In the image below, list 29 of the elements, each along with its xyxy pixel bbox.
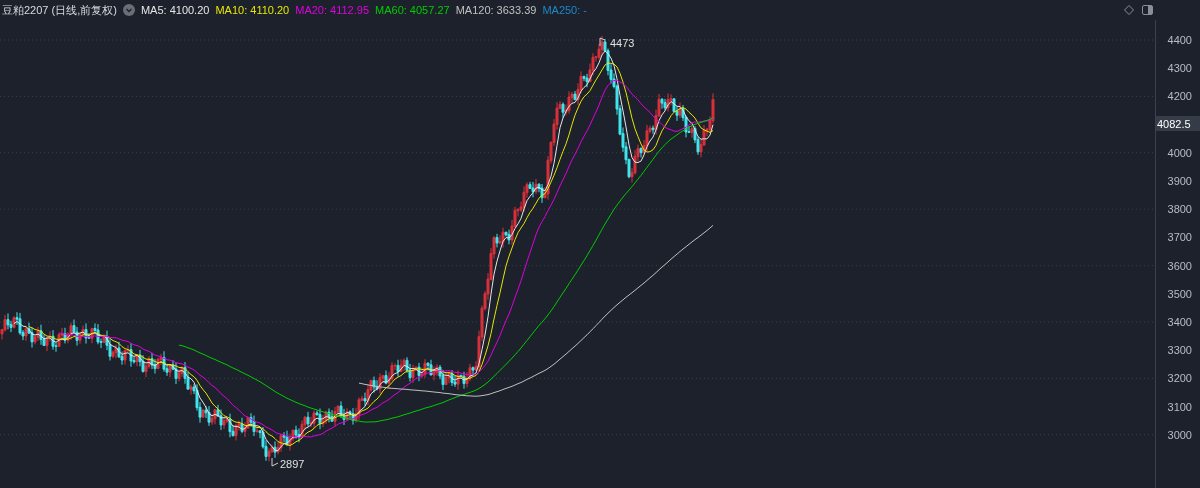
- axis-label: 3300: [1167, 344, 1192, 357]
- high-label: 4473: [610, 37, 635, 49]
- indicator-value: MA60: 4057.27: [375, 4, 450, 16]
- axis-label: 3900: [1167, 175, 1192, 187]
- marker-icon: [271, 457, 279, 467]
- panel-icon[interactable]: [1142, 5, 1153, 15]
- indicator-value: MA5: 4100.20: [140, 4, 210, 16]
- axis-label: 3200: [1167, 372, 1192, 385]
- axis-label: 4000: [1167, 146, 1192, 159]
- axis-label: 3700: [1167, 231, 1192, 244]
- axis-label: 4300: [1167, 62, 1192, 75]
- axis-label: 3600: [1167, 259, 1192, 272]
- marker-icon: [599, 37, 606, 47]
- indicator-value: MA10: 4110.20: [215, 4, 290, 16]
- indicator-value: MA250: -: [542, 4, 587, 16]
- axis-label: 3000: [1167, 428, 1192, 441]
- axis-label: 3400: [1167, 316, 1192, 328]
- diamond-icon[interactable]: [1124, 5, 1134, 15]
- chart-title: 豆粕2207 (日线,前复权): [2, 2, 117, 18]
- axis-label: 4400: [1167, 34, 1192, 46]
- indicator-value: MA120: 3633.39: [455, 4, 537, 16]
- axis-label: 3100: [1167, 400, 1192, 413]
- indicator-value: MA20: 4112.95: [295, 4, 369, 16]
- axis-label: 3800: [1167, 203, 1192, 216]
- chevron-down-icon[interactable]: [122, 4, 135, 16]
- axis-label: 3500: [1167, 287, 1192, 300]
- price-tag: 4082.5: [1156, 116, 1200, 131]
- low-label: 2897: [280, 458, 305, 470]
- axis-label: 4200: [1167, 90, 1192, 103]
